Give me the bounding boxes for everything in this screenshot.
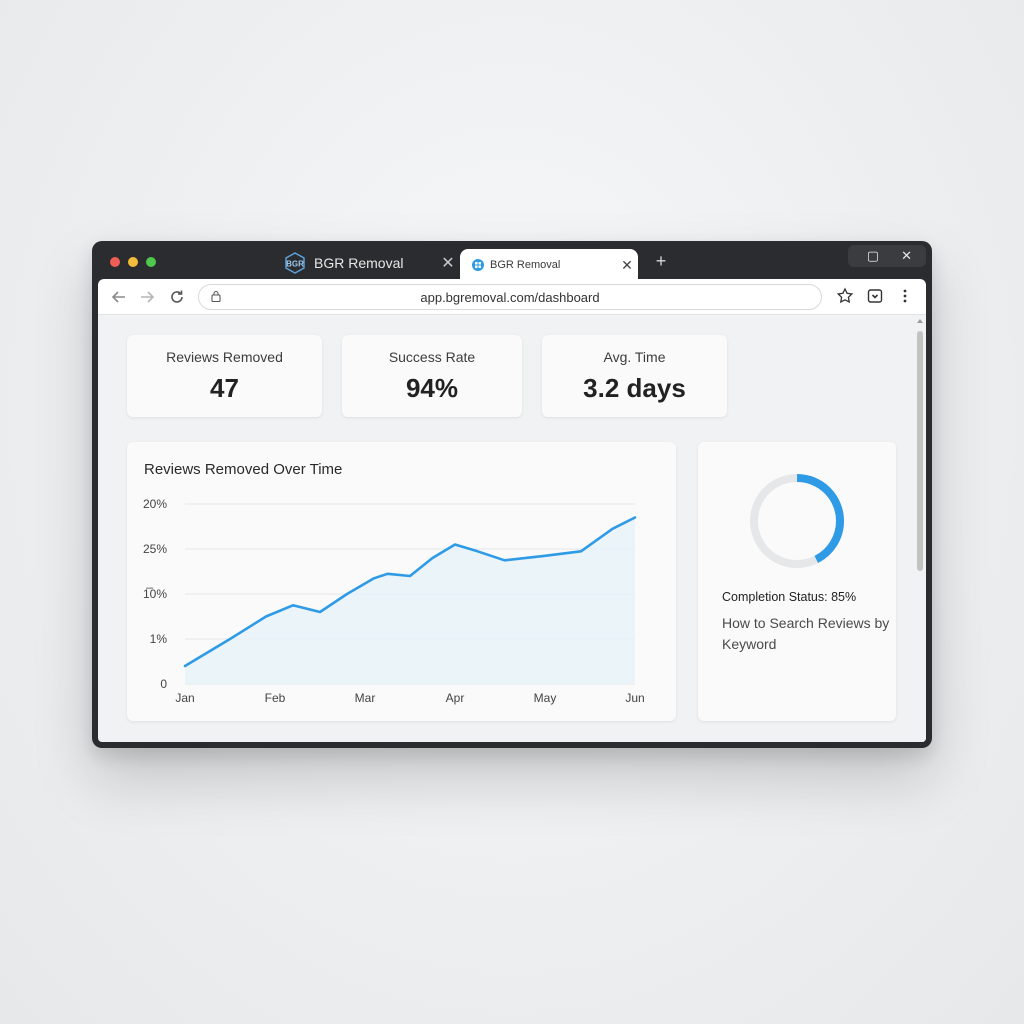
y-tick-label: 25% <box>143 542 167 556</box>
y-tick-label: 1% <box>150 632 168 646</box>
forward-arrow-icon[interactable] <box>138 288 156 306</box>
stat-value: 94% <box>405 373 459 403</box>
window-traffic-lights <box>110 257 156 267</box>
tab-label: BGR Removal <box>314 255 404 271</box>
line-chart: 0 1% 1̅0% 25% 20% Jan Feb Mar Apr May Jun <box>143 497 645 705</box>
tab-close-icon[interactable]: ✕ <box>616 257 638 274</box>
x-tick-label: Apr <box>446 691 465 705</box>
tab-label: BGR Removal <box>490 259 561 271</box>
back-arrow-icon[interactable] <box>110 288 128 306</box>
url-text: app.bgremoval.com/dashboard <box>420 290 600 305</box>
kebab-menu-icon[interactable] <box>896 287 914 305</box>
scrollbar-thumb[interactable] <box>917 331 923 571</box>
browser-window: BGR BGR Removal ✕ BGR Removal ✕ + ▢ ✕ ap… <box>92 241 932 748</box>
tab-inactive[interactable]: BGR BGR Removal ✕ <box>272 247 458 279</box>
pocket-extension-icon[interactable] <box>866 287 884 305</box>
bookmark-star-icon[interactable] <box>836 287 854 305</box>
grid-favicon-icon <box>472 259 484 271</box>
y-tick-label: 1̅0% <box>143 587 167 601</box>
tab-close-icon[interactable]: ✕ <box>438 253 458 273</box>
address-bar[interactable]: app.bgremoval.com/dashboard <box>198 284 822 310</box>
stat-value: 3.2 days <box>583 373 686 403</box>
zoom-window-dot[interactable] <box>146 257 156 267</box>
stat-card-avg-time: Avg. Time 3.2 days <box>542 335 727 417</box>
stat-label: Reviews Removed <box>166 349 283 365</box>
stat-label: Success Rate <box>388 349 476 365</box>
y-tick-label: 20% <box>143 497 167 511</box>
minimize-window-dot[interactable] <box>128 257 138 267</box>
x-tick-label: Jan <box>175 691 194 705</box>
chart-card: Reviews Removed Over Time 0 1% 1̅0% 25% 20% J… <box>127 442 676 721</box>
tab-active[interactable]: BGR Removal ✕ <box>460 249 638 281</box>
completion-status-text: Completion Status: 85% <box>722 590 857 604</box>
x-tick-label: Mar <box>355 691 376 705</box>
scroll-up-arrow-icon[interactable] <box>917 319 923 323</box>
stat-label: Avg. Time <box>603 349 666 365</box>
completion-card: Completion Status: 85% How to Search Rev… <box>698 442 896 721</box>
series-area-fill <box>185 517 635 684</box>
browser-toolbar: app.bgremoval.com/dashboard <box>98 279 926 315</box>
help-article-link[interactable]: How to Search Reviews by Keyword <box>722 613 892 655</box>
y-tick-label: 0 <box>160 677 167 691</box>
window-controls: ▢ ✕ <box>848 245 926 267</box>
close-icon[interactable]: ✕ <box>901 248 912 264</box>
x-tick-label: Feb <box>265 691 286 705</box>
scrollbar[interactable] <box>914 315 926 742</box>
dashboard-content: Reviews Removed 47 Success Rate 94% Avg.… <box>98 315 926 742</box>
stat-card-success-rate: Success Rate 94% <box>342 335 522 417</box>
svg-text:BGR: BGR <box>286 260 304 269</box>
x-tick-label: Jun <box>625 691 644 705</box>
maximize-icon[interactable]: ▢ <box>867 248 879 264</box>
stat-card-reviews-removed: Reviews Removed 47 <box>127 335 322 417</box>
reload-icon[interactable] <box>168 288 186 306</box>
close-window-dot[interactable] <box>110 257 120 267</box>
completion-donut <box>750 474 844 568</box>
stat-value: 47 <box>210 373 239 403</box>
new-tab-plus-icon[interactable]: + <box>652 251 670 272</box>
bgr-logo-icon: BGR <box>285 252 305 274</box>
x-tick-label: May <box>534 691 557 705</box>
